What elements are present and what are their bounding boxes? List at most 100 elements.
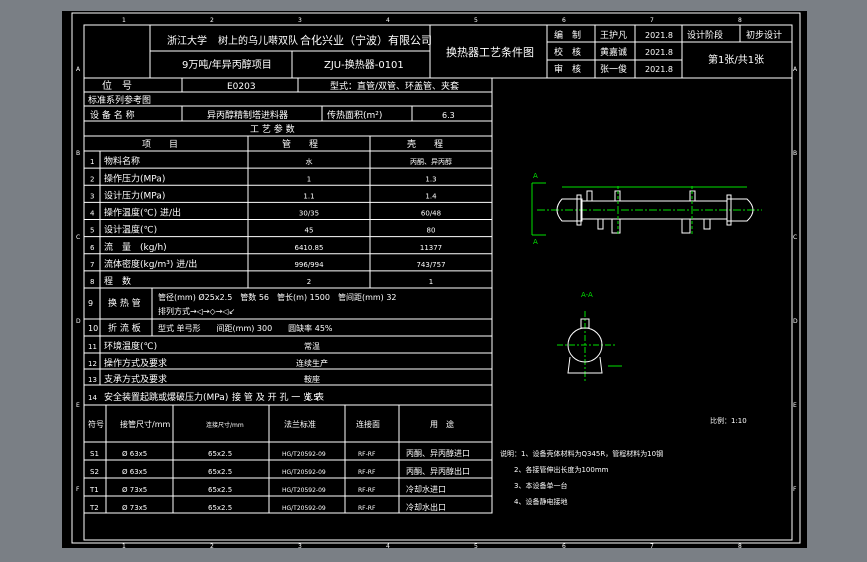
nozzle-table: 符号 接管尺寸/mm 连接尺寸/mm 法兰标准 连接面 用 途 S1 Ø 63x5… xyxy=(83,404,493,514)
row10-value: 型式 单弓形 间距(mm) 300 圆缺率 45% xyxy=(158,323,333,333)
param-name: 流 量 (kg/h) xyxy=(104,241,167,253)
equip-name-value: 异丙醇精制塔进料器 xyxy=(207,109,288,121)
nozzle-use: 丙酮、异丙醇出口 xyxy=(406,466,470,476)
param-shell: 1.4 xyxy=(425,192,437,200)
extra-row: 12 操作方式及要求 连续生产 xyxy=(88,357,328,369)
border-letter: B xyxy=(793,150,797,157)
row10-label: 折 流 板 xyxy=(108,322,141,334)
extra-name: 操作方式及要求 xyxy=(104,357,167,369)
param-row: 8 程 数 2 1 xyxy=(90,275,433,287)
border-number: 5 xyxy=(474,543,478,548)
exchanger-elevation: A A xyxy=(531,172,762,246)
date-3: 2021.8 xyxy=(645,65,673,74)
nozzle-conn: 65x2.5 xyxy=(208,504,232,512)
param-tube: 1.1 xyxy=(303,192,314,200)
equip-name-label: 设 备 名 称 xyxy=(90,109,135,121)
nozzle-h-use: 用 途 xyxy=(430,419,454,429)
param-no: 6 xyxy=(90,244,95,252)
border-letter: C xyxy=(793,234,797,241)
param-tube: 45 xyxy=(305,227,314,235)
border-number: 1 xyxy=(122,17,126,24)
team-name: 树上的乌儿啭双队 xyxy=(218,34,298,47)
nozzle-sym: T2 xyxy=(89,504,99,512)
nozzle-sym: S1 xyxy=(90,450,99,458)
param-name: 操作温度(℃) 进/出 xyxy=(104,207,181,219)
extra-name: 支承方式及要求 xyxy=(104,373,167,385)
nozzle-size: Ø 63x5 xyxy=(122,468,147,476)
border-letter: F xyxy=(793,486,797,493)
note-4: 4、设备静电接地 xyxy=(514,497,567,506)
inner-frame xyxy=(83,24,793,541)
param-row: 3 设计压力(MPa) 1.1 1.4 xyxy=(90,189,437,201)
param-name: 设计压力(MPa) xyxy=(104,189,165,201)
border-number: 8 xyxy=(738,543,742,548)
param-shell: 743/757 xyxy=(416,261,445,269)
border-number: 4 xyxy=(386,543,390,548)
param-shell: 11377 xyxy=(420,244,442,252)
saddle-left xyxy=(611,218,621,234)
note-3: 3、本设备单一台 xyxy=(514,481,567,490)
nozzle-h-sym: 符号 xyxy=(88,419,104,429)
border-number: 2 xyxy=(210,543,214,548)
param-name: 流体密度(kg/m³) 进/出 xyxy=(104,258,197,270)
tag-label: 位 号 xyxy=(102,79,132,92)
nozzle-row: T2 Ø 73x5 65x2.5 HG/T20592-09 RF-RF 冷却水出口 xyxy=(89,502,446,512)
std-ref: 标准系列参考图 xyxy=(88,94,151,106)
border-number: 4 xyxy=(386,17,390,24)
border-number: 5 xyxy=(474,17,478,24)
border-letter: B xyxy=(76,150,80,157)
border-number: 3 xyxy=(298,17,302,24)
extra-value: 常温 xyxy=(304,342,320,351)
param-shell: 丙酮、异丙醇 xyxy=(410,157,452,166)
nozzle-title: 接 管 及 开 孔 一 览 表 xyxy=(232,391,324,403)
extra-row: 13 支承方式及要求 鞍座 xyxy=(88,373,320,385)
border-number: 1 xyxy=(122,543,126,548)
nozzle-h-std: 法兰标准 xyxy=(284,419,316,429)
border-number: 6 xyxy=(562,543,566,548)
row9-label: 换 热 管 xyxy=(108,297,141,309)
param-row: 7 流体密度(kg/m³) 进/出 996/994 743/757 xyxy=(90,258,446,270)
col-tube: 管 程 xyxy=(282,138,318,150)
param-name: 程 数 xyxy=(104,275,131,287)
saddle-right xyxy=(681,218,691,234)
param-name: 操作压力(MPa) xyxy=(104,172,165,184)
sheet-count: 第1张/共1张 xyxy=(708,53,764,66)
nozzle-conn: 65x2.5 xyxy=(208,468,232,476)
role-3: 审 核 xyxy=(554,63,581,75)
param-tube: 2 xyxy=(307,278,311,286)
drawing-number: ZJU-换热器-0101 xyxy=(324,58,404,71)
area-value: 6.3 xyxy=(442,111,455,120)
drawing-title: 换热器工艺条件图 xyxy=(446,45,534,59)
nozzle-face: RF-RF xyxy=(358,505,376,512)
view-a-bottom: A xyxy=(533,238,538,246)
param-tube: 水 xyxy=(306,157,313,166)
border-letter: E xyxy=(76,402,80,409)
param-no: 5 xyxy=(90,227,94,235)
border-letter: A xyxy=(76,66,81,73)
border-letter: E xyxy=(793,402,797,409)
nozzle-std: HG/T20592-09 xyxy=(282,451,326,458)
border-number: 8 xyxy=(738,17,742,24)
border-number: 7 xyxy=(650,17,654,24)
section-label: A-A xyxy=(581,291,593,299)
drawing-sheet: 1122334455667788 AABBCCDDEEFF 浙江大学 树上的乌儿… xyxy=(62,11,807,550)
nozzle-h-size: 接管尺寸/mm xyxy=(120,419,170,429)
nozzle-use: 丙酮、异丙醇进口 xyxy=(406,448,470,458)
nozzle-s1 xyxy=(586,190,593,202)
extra-name: 环境温度(℃) xyxy=(104,340,157,352)
extra-value: 鞍座 xyxy=(304,374,320,384)
extra-no: 12 xyxy=(88,360,97,368)
border-letter: F xyxy=(76,486,80,493)
param-no: 4 xyxy=(90,210,95,218)
param-tube: 30/35 xyxy=(299,210,319,218)
date-1: 2021.8 xyxy=(645,31,673,40)
nozzle-conn: 65x2.5 xyxy=(208,486,232,494)
name-1: 王护凡 xyxy=(600,29,627,41)
nozzle-row: S1 Ø 63x5 65x2.5 HG/T20592-09 RF-RF 丙酮、异丙醇进口 xyxy=(90,448,470,458)
type-label: 型式：直管/双管、环盖管、夹套 xyxy=(330,80,459,92)
nozzle-face: RF-RF xyxy=(358,451,376,458)
param-row: 2 操作压力(MPa) 1 1.3 xyxy=(90,172,437,184)
param-no: 7 xyxy=(90,261,94,269)
scale-label: 比例：1:10 xyxy=(710,416,747,425)
exchanger-section: A-A xyxy=(557,291,622,381)
